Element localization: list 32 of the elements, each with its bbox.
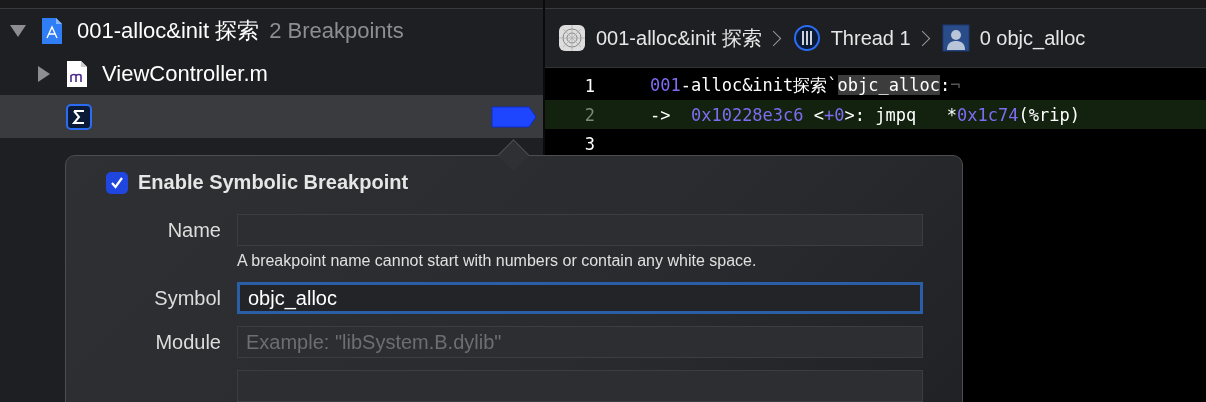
field-label: Name xyxy=(166,218,221,243)
breakpoint-marker-icon[interactable] xyxy=(491,105,537,128)
line-number: 3 xyxy=(583,133,596,154)
person-icon xyxy=(941,24,970,52)
source-file-icon xyxy=(66,59,88,88)
breadcrumb-item[interactable]: 001-alloc&init 探索 xyxy=(558,24,762,52)
app-icon xyxy=(558,24,586,52)
field-label: Symbol xyxy=(153,286,221,311)
input-field[interactable]: objc_alloc xyxy=(237,282,923,314)
thread-icon xyxy=(792,24,821,52)
code-line: -> 0x10228e3c6 <+0>: jmpq *0x1c74(%rip) xyxy=(650,104,1080,125)
line-number: 2 xyxy=(583,104,596,125)
checkmark-icon xyxy=(110,175,124,190)
field-label: Module xyxy=(154,330,221,355)
input-field[interactable] xyxy=(237,370,923,402)
disclosure-triangle-icon[interactable] xyxy=(10,24,26,37)
disclosure-triangle-icon[interactable] xyxy=(38,65,50,82)
breadcrumb-item[interactable]: 0 objc_alloc xyxy=(941,24,1086,52)
breadcrumb-item[interactable]: Thread 1 xyxy=(792,24,911,52)
breakpoint-count: 2 Breakpoints xyxy=(269,17,404,44)
file-name: ViewController.m xyxy=(102,60,268,87)
input-field[interactable]: Example: "libSystem.B.dylib" xyxy=(237,326,923,358)
symbol-icon xyxy=(66,103,92,130)
hint-text: A breakpoint name cannot start with numbers or contain any white space. xyxy=(237,252,758,270)
code-line: 001-alloc&init探索`objc_alloc:¬ xyxy=(650,74,961,97)
breakpoint-row[interactable] xyxy=(0,95,543,138)
checkbox-label: Enable Symbolic Breakpoint xyxy=(138,171,409,194)
input-field[interactable] xyxy=(237,214,923,246)
enable-checkbox[interactable] xyxy=(106,171,128,194)
project-name: 001-alloc&init 探索 xyxy=(77,16,260,45)
line-number: 1 xyxy=(583,75,596,96)
project-file-icon xyxy=(41,16,63,45)
